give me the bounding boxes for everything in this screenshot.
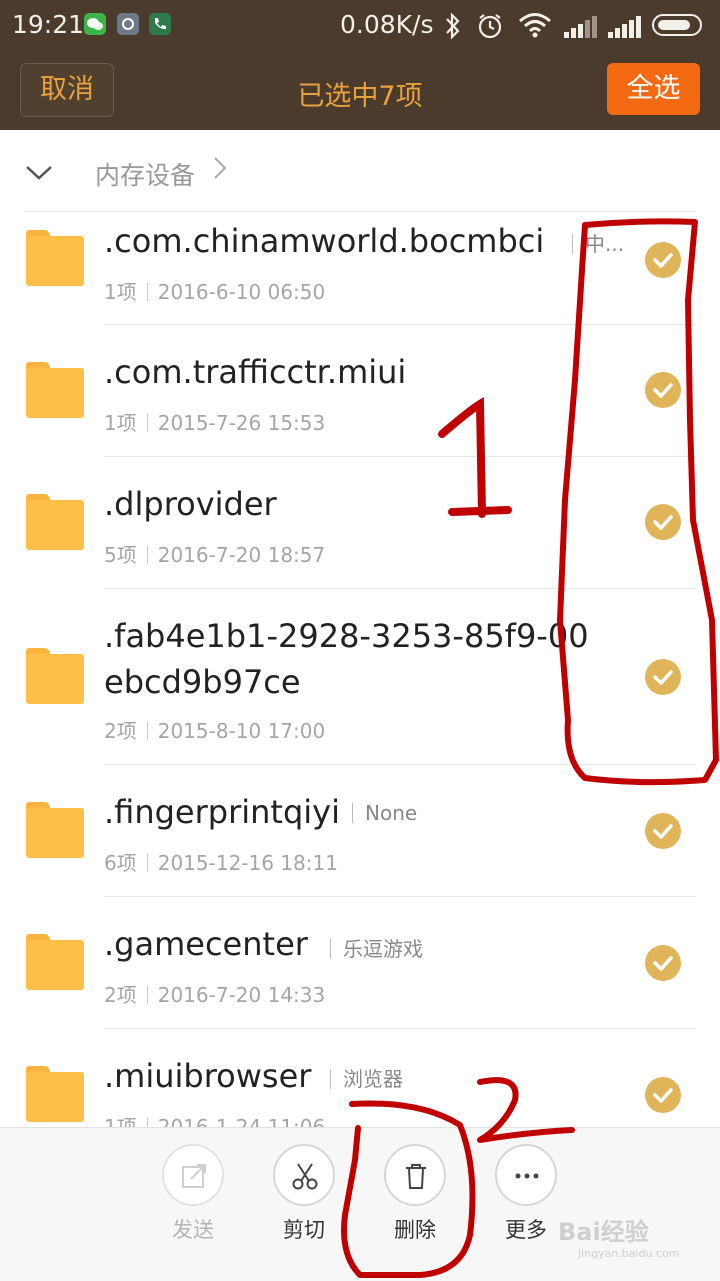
clock: 19:21: [12, 10, 85, 39]
watermark-url: jingyan.baidu.com: [578, 1247, 680, 1260]
more-label: 更多: [505, 1218, 547, 1242]
send-label: 发送: [172, 1218, 214, 1242]
list-item[interactable]: .dlprovider 5项 2016-7-20 18:57: [0, 457, 720, 588]
action-bar: 取消 已选中7项 全选: [0, 52, 720, 130]
checkbox-checked-icon[interactable]: [645, 659, 681, 695]
file-name: .com.chinamworld.bocmbci: [104, 222, 545, 260]
checkbox-checked-icon[interactable]: [645, 242, 681, 278]
list-item[interactable]: .com.trafficctr.miui 1项 2015-7-26 15:53: [0, 325, 720, 456]
status-bar: 19:21 0.08K/s: [0, 0, 720, 52]
baidu-watermark: Bai经验 jingyan.baidu.com: [558, 1212, 680, 1260]
bluetooth-icon: [444, 12, 462, 46]
folder-icon: [26, 934, 84, 990]
wifi-icon: [518, 12, 552, 44]
modified-date: 2015-8-10 17:00: [157, 719, 326, 743]
list-item[interactable]: .gamecenter 乐逗游戏 2项 2016-7-20 14:33: [0, 897, 720, 1028]
list-item[interactable]: .fab4e1b1-2928-3253-85f9-00 ebcd9b97ce 2…: [0, 589, 720, 764]
item-count: 2项: [104, 983, 137, 1007]
item-count: 1项: [104, 411, 137, 435]
signal-icon: [564, 16, 598, 38]
delete-button[interactable]: 删除: [375, 1144, 455, 1244]
send-button[interactable]: 发送: [153, 1144, 233, 1244]
app-icon: [117, 13, 139, 35]
file-name-continued: ebcd9b97ce: [104, 663, 301, 701]
modified-date: 2016-7-20 18:57: [157, 543, 326, 567]
file-name: .gamecenter: [104, 925, 308, 963]
alarm-icon: [476, 12, 504, 46]
file-tag: None: [352, 801, 417, 825]
file-tag: 乐逗游戏: [330, 933, 423, 962]
folder-icon: [26, 648, 84, 704]
item-count: 5项: [104, 543, 137, 567]
file-tag-text: 乐逗游戏: [343, 937, 423, 961]
checkbox-checked-icon[interactable]: [645, 504, 681, 540]
file-name: .com.trafficctr.miui: [104, 353, 407, 391]
file-meta: 6项 2015-12-16 18:11: [104, 847, 338, 876]
network-speed: 0.08K/s: [340, 10, 434, 39]
file-meta: 1项 2015-7-26 15:53: [104, 407, 325, 436]
phone-icon: [149, 13, 171, 35]
file-name: .dlprovider: [104, 485, 277, 523]
wechat-icon: [84, 13, 106, 35]
battery-icon: [652, 14, 702, 36]
checkbox-checked-icon[interactable]: [645, 372, 681, 408]
breadcrumb: 内存设备: [0, 130, 720, 212]
modified-date: 2016-6-10 06:50: [157, 280, 326, 304]
file-meta: 1项 2016-6-10 06:50: [104, 276, 325, 305]
checkbox-checked-icon[interactable]: [645, 1077, 681, 1113]
folder-icon: [26, 1066, 84, 1122]
file-tag-text: None: [365, 801, 418, 825]
cut-button[interactable]: 剪切: [264, 1144, 344, 1244]
select-all-button[interactable]: 全选: [607, 63, 700, 115]
folder-icon: [26, 230, 84, 286]
file-meta: 5项 2016-7-20 18:57: [104, 539, 325, 568]
folder-icon: [26, 494, 84, 550]
item-count: 2项: [104, 719, 137, 743]
file-tag: 中...: [572, 228, 624, 257]
list-item[interactable]: .com.chinamworld.bocmbci 中... 1项 2016-6-1…: [0, 212, 720, 324]
list-item[interactable]: .miuibrowser 浏览器 1项 2016-1-24 11:06: [0, 1029, 720, 1127]
modified-date: 2015-7-26 15:53: [157, 411, 326, 435]
file-tag-text: 中...: [585, 232, 625, 256]
item-count: 6项: [104, 851, 137, 875]
item-count: 1项: [104, 280, 137, 304]
modified-date: 2015-12-16 18:11: [157, 851, 338, 875]
file-meta: 2项 2016-7-20 14:33: [104, 979, 325, 1008]
folder-icon: [26, 802, 84, 858]
checkbox-checked-icon[interactable]: [645, 945, 681, 981]
breadcrumb-storage[interactable]: 内存设备: [95, 156, 195, 192]
cut-label: 剪切: [283, 1218, 325, 1242]
more-button[interactable]: 更多: [486, 1144, 566, 1244]
signal-icon: [608, 16, 642, 38]
file-name: .fab4e1b1-2928-3253-85f9-00: [104, 617, 589, 655]
file-name: .fingerprintqiyi: [104, 793, 340, 831]
modified-date: 2016-1-24 11:06: [157, 1115, 326, 1127]
list-item[interactable]: .fingerprintqiyi None 6项 2015-12-16 18:11: [0, 765, 720, 896]
file-meta: 2项 2015-8-10 17:00: [104, 715, 325, 744]
checkbox-checked-icon[interactable]: [645, 813, 681, 849]
file-tag: 浏览器: [330, 1063, 403, 1092]
file-tag-text: 浏览器: [343, 1067, 403, 1091]
chevron-right-icon: [212, 154, 228, 189]
item-count: 1项: [104, 1115, 137, 1127]
modified-date: 2016-7-20 14:33: [157, 983, 326, 1007]
file-meta: 1项 2016-1-24 11:06: [104, 1111, 325, 1127]
delete-label: 删除: [394, 1218, 436, 1242]
chevron-down-icon[interactable]: [24, 157, 54, 187]
folder-icon: [26, 362, 84, 418]
file-name: .miuibrowser: [104, 1057, 312, 1095]
watermark-text: Bai经验: [558, 1218, 649, 1246]
